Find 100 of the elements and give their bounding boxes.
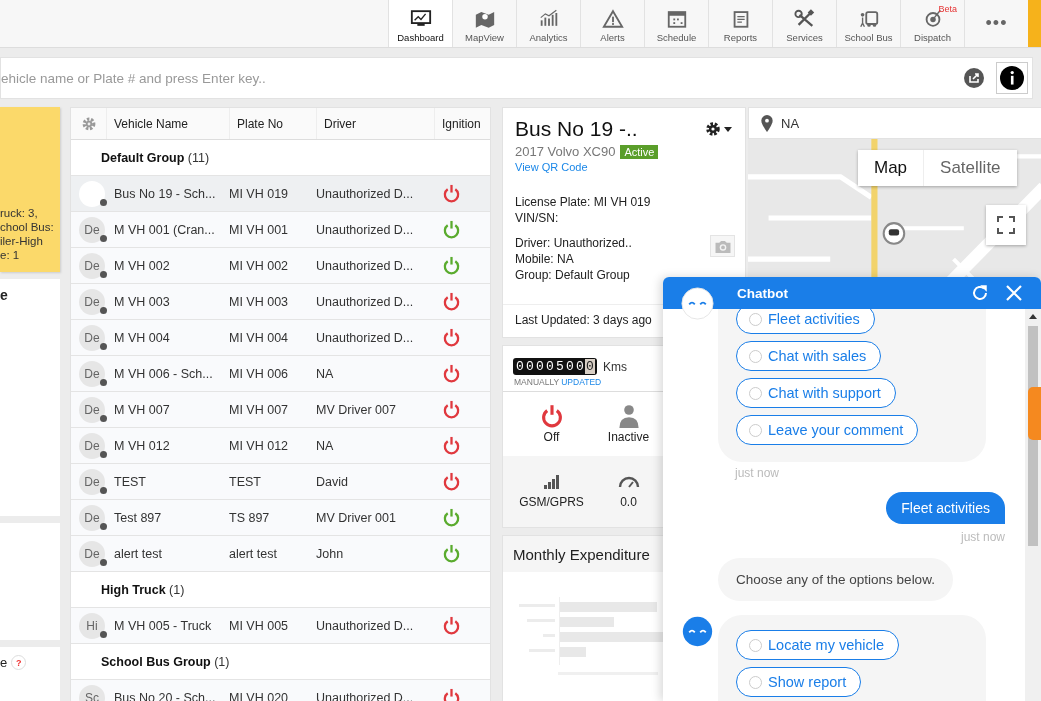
- group-name[interactable]: Default Group (11): [101, 150, 210, 165]
- qr-code-link[interactable]: View QR Code: [515, 161, 733, 173]
- option-button[interactable]: Fleet activities: [736, 309, 875, 334]
- map-type-button[interactable]: Map: [858, 150, 925, 186]
- avatar: De: [79, 360, 105, 387]
- message-time: just now: [735, 466, 781, 480]
- stat-label: Inactive: [607, 430, 650, 444]
- option-button[interactable]: Chat with sales: [736, 341, 882, 371]
- vehicle-row[interactable]: De M VH 001 (Cran... MI VH 001 Unauthorized D...: [71, 212, 490, 248]
- option-button[interactable]: Leave your comment: [736, 415, 919, 445]
- table-cell-text: M VH 012: [114, 438, 171, 453]
- vehicle-row[interactable]: De M VH 002 MI VH 002 Unauthorized D...: [71, 248, 490, 284]
- table-cell-text: MI VH 005: [229, 618, 290, 633]
- column-header[interactable]: Plate No: [229, 108, 316, 139]
- nav-tab[interactable]: Dashboard: [388, 0, 452, 47]
- table-cell-text: MI VH 019: [229, 186, 290, 201]
- vehicle-row[interactable]: De alert test alert test John: [71, 536, 490, 572]
- option-button[interactable]: Locate my vehicle: [736, 630, 900, 660]
- table-cell-text: M VH 007: [114, 402, 171, 417]
- stat-label: GSM/GPRS: [519, 494, 584, 509]
- table-cell-text: M VH 005 - Truck: [114, 618, 213, 633]
- table-cell-text: alert test: [229, 546, 278, 561]
- table-cell-text: MV Driver 001: [316, 510, 397, 525]
- table-cell-text: John: [316, 546, 345, 561]
- vehicle-row[interactable]: De M VH 012 MI VH 012 NA: [71, 428, 490, 464]
- vehicle-row[interactable]: De M VH 006 - Sch... MI VH 006 NA: [71, 356, 490, 392]
- table-cell-text: MI VH 002: [229, 258, 290, 273]
- avatar: De: [79, 540, 105, 567]
- avatar: De: [79, 216, 105, 243]
- chatbot-title: Chatbot: [737, 285, 789, 301]
- table-cell-text: Unauthorized D...: [316, 330, 415, 345]
- vehicle-model: 2017 Volvo XC90: [515, 144, 616, 159]
- column-header[interactable]: Ignition: [434, 108, 490, 139]
- chart-title: Monthly Expenditure: [513, 545, 650, 563]
- vehicle-info: VIN/SN:: [515, 210, 560, 226]
- table-cell-text: MI VH 012: [229, 438, 290, 453]
- driver-info: Mobile: NA: [515, 251, 575, 267]
- table-cell-text: M VH 003: [114, 294, 171, 309]
- vehicle-row[interactable]: Bus No 19 - Sch... MI VH 019 Unauthorized D...: [71, 176, 490, 212]
- table-cell-text: Unauthorized D...: [316, 258, 415, 273]
- table-cell-text: M VH 006 - Sch...: [114, 366, 214, 381]
- table-cell-text: MI VH 007: [229, 402, 290, 417]
- table-cell-text: MI VH 003: [229, 294, 290, 309]
- updated-link[interactable]: UPDATED: [561, 377, 602, 387]
- table-cell-text: Unauthorized D...: [316, 294, 415, 309]
- table-cell-text: MI VH 001: [229, 222, 290, 237]
- driver-info: Group: Default Group: [515, 267, 631, 283]
- table-cell-text: Bus No 20 - Sch...: [114, 690, 217, 701]
- avatar: Hi: [79, 612, 105, 639]
- table-cell-text: M VH 002: [114, 258, 171, 273]
- odometer-unit: Kms: [603, 359, 627, 374]
- option-button[interactable]: Chat with support: [736, 378, 896, 408]
- driver-info: Driver: Unauthorized..: [515, 235, 632, 251]
- vehicle-title: Bus No 19 -..: [515, 117, 638, 141]
- vehicle-row[interactable]: Hi M VH 005 - Truck MI VH 005 Unauthorized D...: [71, 608, 490, 644]
- avatar: De: [79, 396, 105, 423]
- table-cell-text: MV Driver 007: [316, 402, 397, 417]
- vehicle-info: License Plate: MI VH 019: [515, 194, 652, 210]
- vehicle-row[interactable]: De M VH 007 MI VH 007 MV Driver 007: [71, 392, 490, 428]
- avatar: De: [79, 432, 105, 459]
- avatar: De: [79, 288, 105, 315]
- table-cell-text: TEST: [114, 474, 147, 489]
- table-cell-text: Bus No 19 - Sch...: [114, 186, 217, 201]
- table-cell-text: Test 897: [114, 510, 163, 525]
- table-cell-text: Unauthorized D...: [316, 222, 415, 237]
- avatar: Sc: [79, 684, 105, 701]
- table-cell-text: NA: [316, 366, 335, 381]
- table-cell-text: MI VH 004: [229, 330, 290, 345]
- table-cell-text: MI VH 006: [229, 366, 290, 381]
- column-header[interactable]: Driver: [316, 108, 434, 139]
- card-title: e: [0, 655, 8, 670]
- table-cell-text: M VH 001 (Cran...: [114, 222, 216, 237]
- beta-label: Beta: [938, 4, 957, 14]
- table-cell-text: Unauthorized D...: [316, 618, 415, 633]
- card-title: e: [0, 287, 8, 303]
- bot-message: Choose any of the options below.: [718, 558, 953, 601]
- table-cell-text: MI VH 020: [229, 690, 290, 701]
- summary-text: ruck: 3, chool Bus: iler-High e: 1: [0, 206, 54, 262]
- group-name[interactable]: School Bus Group (1): [101, 654, 230, 669]
- avatar: De: [79, 252, 105, 279]
- table-cell-text: Unauthorized D...: [316, 186, 415, 201]
- odometer-note: MANUALLY: [514, 377, 560, 387]
- stat-label: 0.0: [620, 494, 637, 509]
- avatar: De: [79, 324, 105, 351]
- message-time: just now: [960, 530, 1005, 544]
- table-cell-text: alert test: [114, 546, 163, 561]
- avatar: De: [79, 504, 105, 531]
- table-cell-text: David: [316, 474, 349, 489]
- column-header[interactable]: Vehicle Name: [106, 108, 229, 139]
- option-button[interactable]: Show report: [736, 667, 862, 697]
- vehicle-row[interactable]: Sc Bus No 20 - Sch... MI VH 020 Unauthorized D...: [71, 680, 490, 701]
- vehicle-row[interactable]: De Test 897 TS 897 MV Driver 001: [71, 500, 490, 536]
- vehicle-row[interactable]: De M VH 004 MI VH 004 Unauthorized D...: [71, 320, 490, 356]
- vehicle-row[interactable]: De TEST TEST David: [71, 464, 490, 500]
- map-type-button[interactable]: Satellite: [924, 150, 1017, 186]
- vehicle-row[interactable]: De M VH 003 MI VH 003 Unauthorized D...: [71, 284, 490, 320]
- table-cell-text: TEST: [229, 474, 262, 489]
- status-badge: Active: [620, 144, 659, 159]
- table-cell-text: TS 897: [229, 510, 271, 525]
- group-name[interactable]: High Truck (1): [101, 582, 185, 597]
